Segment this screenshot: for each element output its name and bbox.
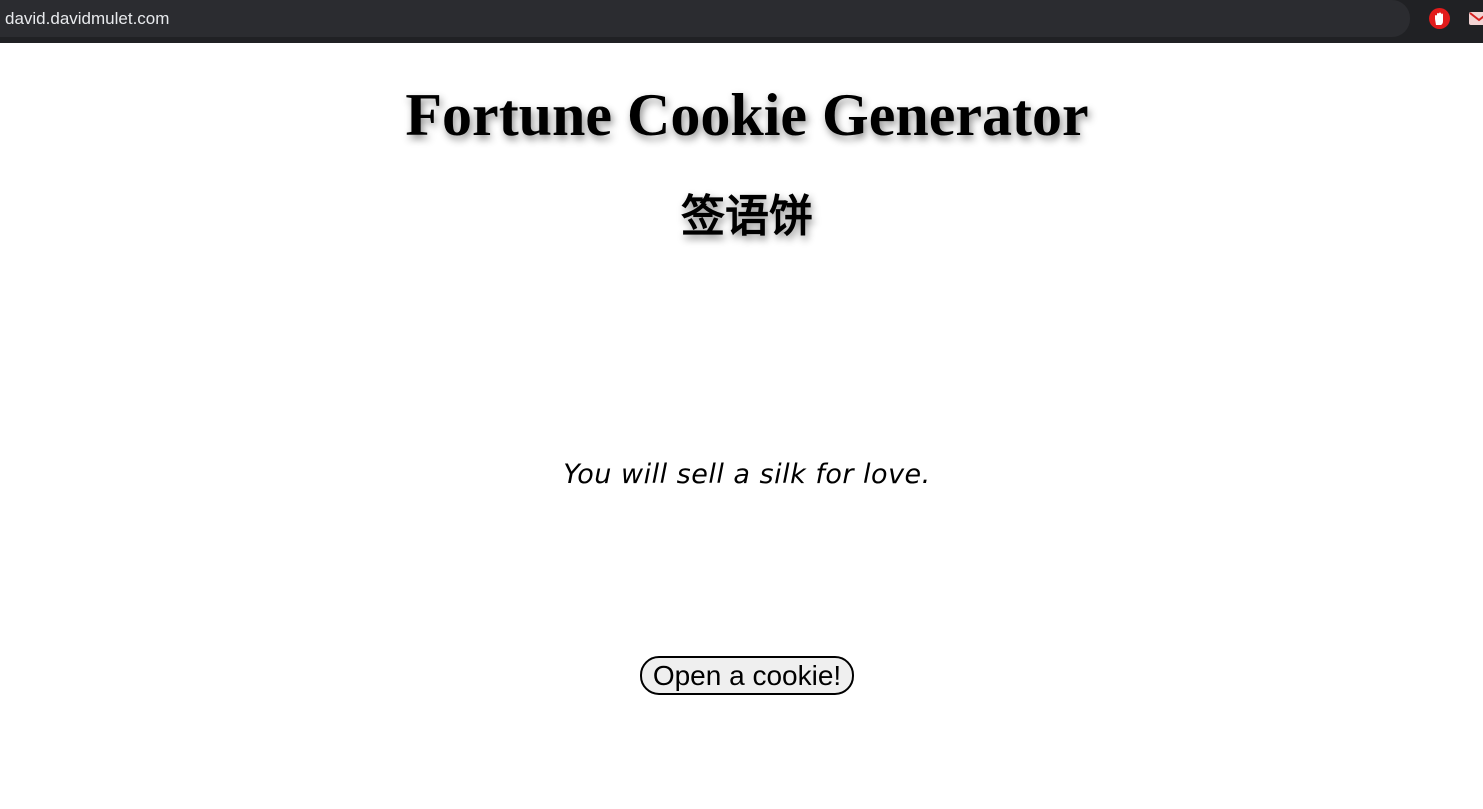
page-title: Fortune Cookie Generator <box>405 82 1089 148</box>
browser-toolbar: david.davidmulet.com <box>0 0 1483 43</box>
open-cookie-button[interactable]: Open a cookie! <box>640 656 854 695</box>
adblock-hand-icon[interactable] <box>1429 8 1450 29</box>
url-text: david.davidmulet.com <box>5 9 170 28</box>
hand-glyph-icon <box>1435 12 1443 25</box>
mail-extension-icon[interactable] <box>1469 10 1483 27</box>
address-bar[interactable]: david.davidmulet.com <box>0 0 1410 37</box>
page-subtitle-chinese: 签语饼 <box>681 191 813 242</box>
fortune-text: You will sell a silk for love. <box>563 459 931 490</box>
page-content: Fortune Cookie Generator 签语饼 You will se… <box>0 43 1483 809</box>
